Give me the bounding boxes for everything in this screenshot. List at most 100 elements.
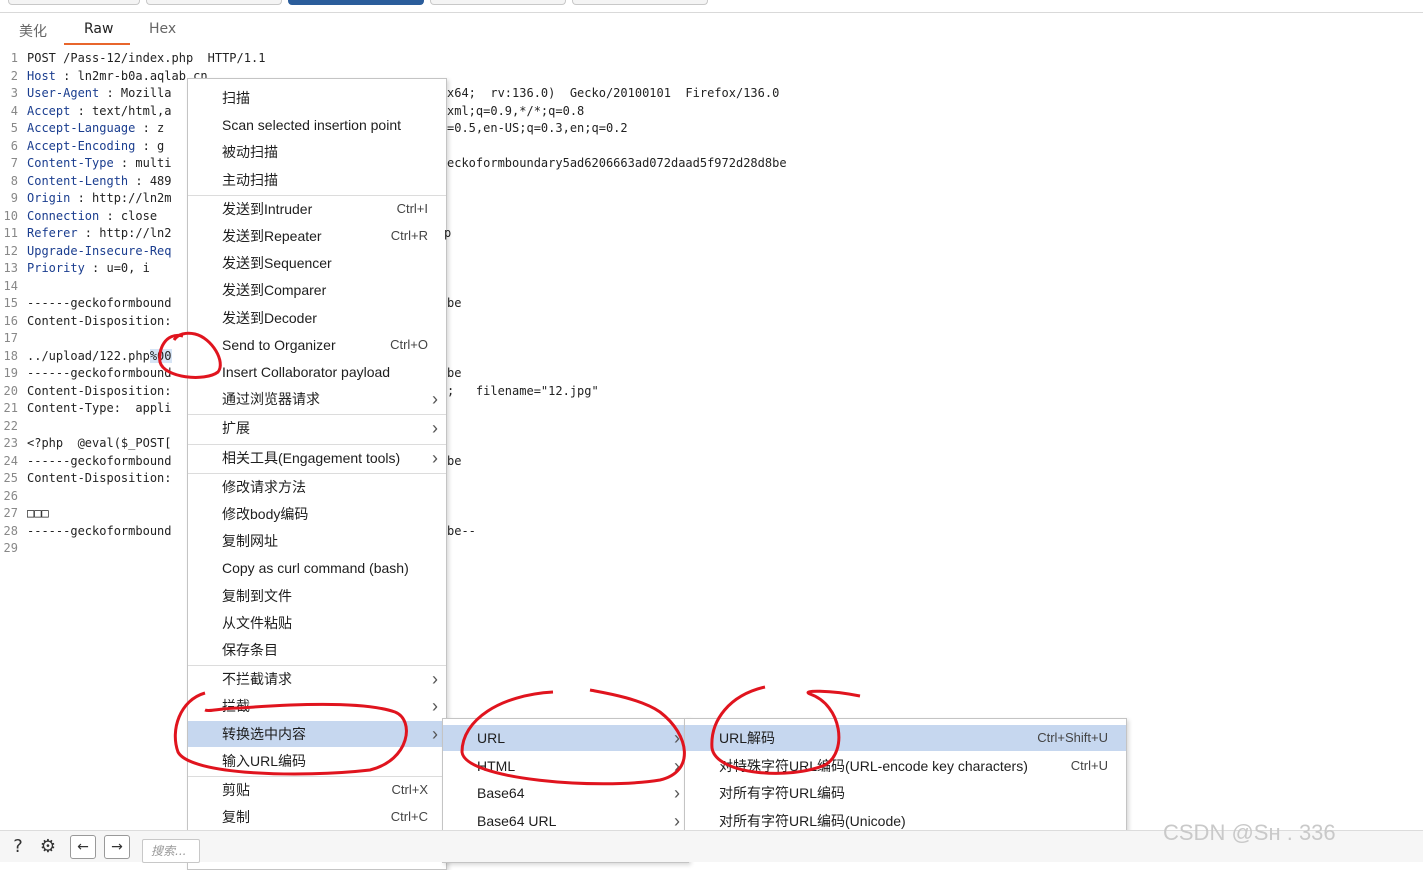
menu-item[interactable]: 保存条目	[188, 637, 446, 663]
menu-item[interactable]: Scan selected insertion point	[188, 112, 446, 138]
search-input[interactable]: 搜索...	[142, 839, 200, 863]
forward-arrow-icon[interactable]: →	[104, 835, 130, 859]
line-continuation: be--	[447, 523, 476, 538]
menu-item[interactable]: 相关工具(Engagement tools) ›	[188, 445, 446, 471]
menu-item[interactable]: Insert Collaborator payload	[188, 359, 446, 385]
line-text: ------geckoformbound	[27, 296, 172, 310]
line-content: Upgrade-Insecure-Req	[27, 243, 172, 260]
line-content: ------geckoformbound	[27, 365, 172, 382]
tab-pretty[interactable]: 美化	[19, 21, 47, 41]
line-number: 8	[10, 173, 18, 188]
menu-item[interactable]: 发送到Repeater Ctrl+R	[188, 223, 446, 249]
line-text: : Mozilla	[99, 86, 172, 100]
menu-item[interactable]: 对特殊字符URL编码(URL-encode key characters) Ctr…	[685, 753, 1126, 779]
line-content: Content-Type: appli	[27, 400, 172, 417]
header-name: Upgrade-Insecure-Req	[27, 243, 172, 258]
menu-item[interactable]: 发送到Decoder	[188, 305, 446, 331]
url-submenu: URL解码 Ctrl+Shift+U 对特殊字符URL编码(URL-encode k…	[684, 718, 1127, 838]
menu-item[interactable]: 对所有字符URL编码	[685, 780, 1126, 806]
menu-item[interactable]: URL ›	[443, 725, 688, 751]
line-number: 11	[3, 226, 18, 240]
menu-item-shortcut: Ctrl+C	[390, 809, 428, 825]
menu-item[interactable]: 发送到Intruder Ctrl+I	[188, 196, 446, 222]
menu-item[interactable]: 通过浏览器请求 ›	[188, 386, 446, 412]
line-number: 9	[10, 191, 18, 205]
toolbar-button[interactable]	[146, 0, 282, 5]
selected-text: %00	[149, 348, 172, 363]
menu-item-label: 发送到Comparer	[222, 282, 327, 299]
menu-item[interactable]: 剪贴 Ctrl+X	[188, 777, 446, 803]
line-content: ------geckoformbound	[27, 295, 172, 312]
tab-hex[interactable]: Hex	[149, 21, 176, 37]
line-continuation: ; filename="12.jpg"	[447, 383, 599, 398]
header-name: User-Agent	[27, 86, 100, 100]
line-text: Content-Disposition:	[27, 471, 172, 485]
menu-item[interactable]: 不拦截请求 ›	[188, 666, 446, 692]
menu-item-label: Copy as curl command (bash)	[222, 560, 409, 577]
menu-item[interactable]: 从文件粘贴	[188, 610, 446, 636]
menu-item-label: 复制网址	[222, 533, 278, 550]
header-name: Referer	[27, 226, 78, 240]
chevron-right-icon: ›	[432, 723, 438, 744]
header-name: Accept-Language	[27, 121, 136, 135]
line-text: <?php @eval($_POST[	[27, 436, 172, 450]
settings-gear-icon[interactable]: ⚙	[36, 835, 60, 859]
menu-item[interactable]: Copy as curl command (bash)	[188, 555, 446, 581]
toolbar-button-active[interactable]	[288, 0, 424, 5]
menu-item-label: 发送到Intruder	[222, 200, 313, 217]
back-arrow-icon[interactable]: ←	[70, 835, 96, 859]
menu-item[interactable]: 输入URL编码	[188, 748, 446, 774]
line-text: : text/html,a	[70, 103, 172, 118]
menu-item[interactable]: 发送到Comparer	[188, 277, 446, 303]
line-text: : http://ln2m	[70, 191, 172, 205]
menu-item-label: 从文件粘贴	[222, 614, 292, 631]
menu-item-label: 拦截	[222, 698, 250, 715]
menu-item[interactable]: 扩展 ›	[188, 415, 446, 441]
tab-raw[interactable]: Raw	[84, 21, 113, 37]
line-content: Content-Disposition:	[27, 470, 172, 487]
menu-item[interactable]: 转换选中内容 ›	[188, 720, 446, 747]
menu-item[interactable]: 拦截 ›	[188, 693, 446, 719]
menu-item[interactable]: 被动扫描	[188, 139, 446, 165]
menu-item[interactable]: 发送到Sequencer	[188, 250, 446, 276]
menu-item[interactable]: 修改请求方法	[188, 474, 446, 500]
message-view-tabs: 美化 Raw Hex	[0, 13, 1423, 45]
line-text: ------geckoformbound	[27, 523, 172, 538]
line-content: Referer : http://ln2	[27, 225, 172, 242]
menu-item-shortcut: Ctrl+Shift+U	[1037, 730, 1108, 745]
menu-item[interactable]: 主动扫描	[188, 167, 446, 193]
menu-item[interactable]: 复制网址	[188, 528, 446, 554]
line-text: Content-Disposition:	[27, 313, 172, 328]
menu-item[interactable]: Base64 ›	[443, 780, 688, 806]
menu-item[interactable]: 复制到文件	[188, 583, 446, 609]
header-name: Host	[27, 68, 56, 83]
line-continuation: xml;q=0.9,*/*;q=0.8	[447, 103, 585, 118]
editor-line: 1 POST /Pass-12/index.php HTTP/1.1	[0, 50, 1423, 67]
menu-item[interactable]: HTML ›	[443, 753, 688, 779]
line-continuation: be	[447, 453, 462, 468]
line-content: Content-Disposition:	[27, 383, 172, 400]
line-content: Accept : text/html,a	[27, 103, 172, 120]
menu-item-label: 保存条目	[222, 642, 278, 658]
line-number: 6	[10, 138, 18, 153]
line-text: POST /Pass-12/index.php HTTP/1.1	[27, 51, 266, 65]
menu-item[interactable]: URL解码 Ctrl+Shift+U	[685, 725, 1126, 751]
line-number: 2	[10, 68, 18, 83]
menu-item[interactable]: 修改body编码	[188, 501, 446, 527]
toolbar-button[interactable]	[572, 0, 708, 5]
help-icon[interactable]: ?	[6, 835, 30, 859]
menu-item-label: 剪贴	[222, 782, 250, 798]
toolbar-button[interactable]	[8, 0, 140, 5]
line-number: 28	[3, 523, 18, 538]
menu-item[interactable]: 扫描	[188, 85, 446, 111]
line-number: 14	[3, 278, 18, 293]
line-content: User-Agent : Mozilla	[27, 85, 172, 102]
menu-item[interactable]: 复制 Ctrl+C	[188, 804, 446, 830]
line-content: ------geckoformbound	[27, 453, 172, 470]
menu-item[interactable]: Send to Organizer Ctrl+O	[188, 332, 446, 358]
toolbar-button[interactable]	[430, 0, 566, 5]
menu-item-label: 发送到Decoder	[222, 309, 317, 326]
menu-item-shortcut: Ctrl+X	[391, 782, 428, 797]
line-number: 15	[3, 296, 18, 310]
line-number: 1	[10, 51, 18, 65]
